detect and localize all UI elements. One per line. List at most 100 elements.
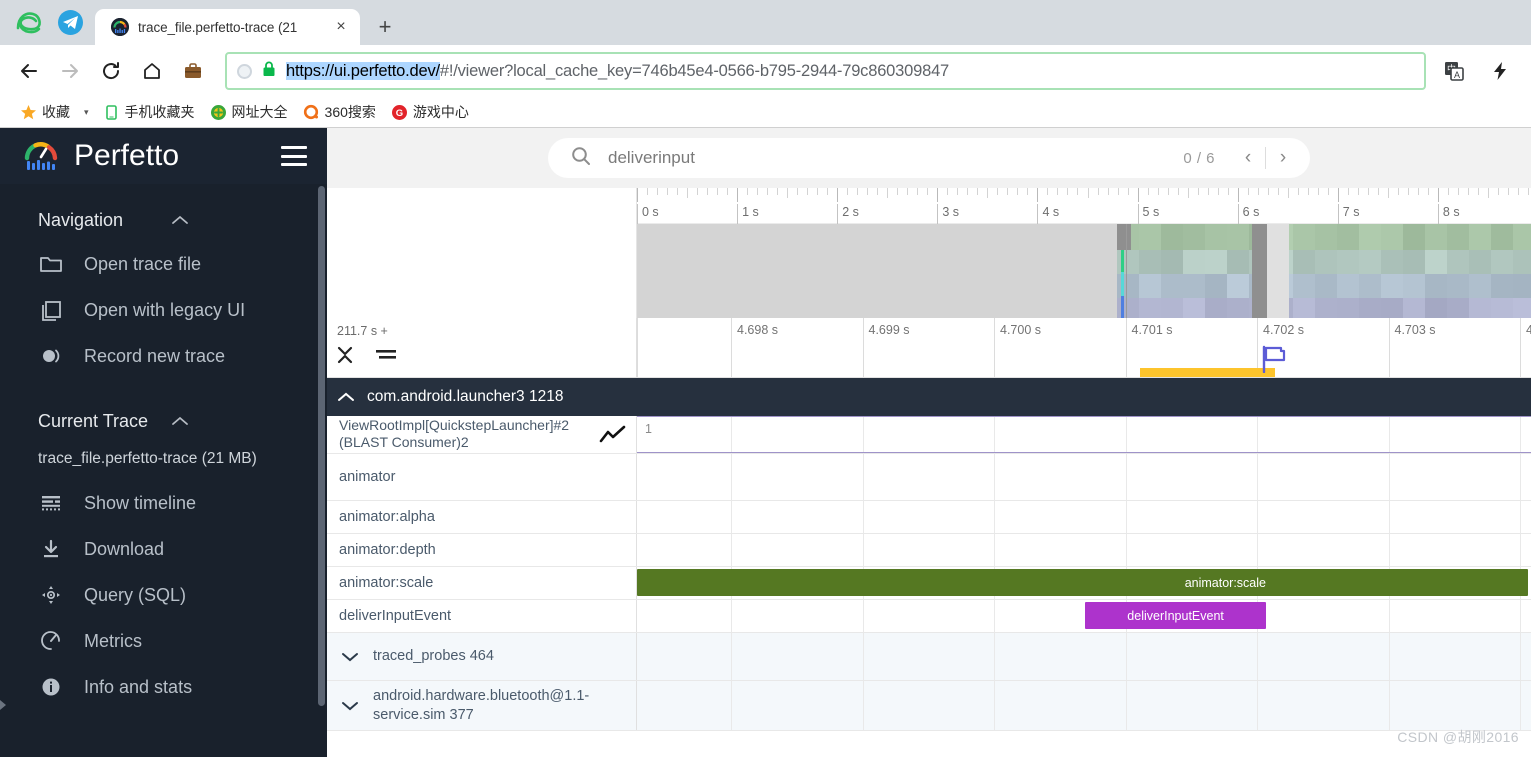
timestamp-canvas[interactable]: 4.698 s 4.699 s 4.700 s 4.701 s 4.702 s 4.703… — [637, 318, 1531, 377]
track-row[interactable]: animator:scale animator:scale — [327, 567, 1531, 600]
search-prev-button[interactable]: ‹ — [1231, 143, 1265, 173]
collapse-all-icon[interactable] — [335, 344, 355, 371]
ruler-tick — [1147, 188, 1149, 195]
track-name-label: traced_probes 464 — [373, 648, 494, 665]
track-name-cell[interactable]: traced_probes 464 — [327, 633, 637, 680]
minimap-cell — [1315, 274, 1337, 298]
lightning-icon[interactable] — [1481, 52, 1519, 90]
chevron-up-icon[interactable] — [171, 213, 304, 229]
ruler-tick — [1137, 188, 1139, 202]
bookmark-favorites[interactable]: 收藏 — [14, 100, 76, 124]
home-icon[interactable] — [133, 52, 171, 90]
phone-icon — [103, 104, 120, 121]
current-trace-filename: trace_file.perfetto-trace (21 MB) — [38, 450, 257, 467]
sidebar-item-info-and-stats[interactable]: Info and stats — [0, 664, 327, 710]
track-name-cell[interactable]: animator:depth — [327, 534, 637, 566]
grid-line — [1520, 633, 1521, 680]
minimap-selection-edge[interactable] — [1252, 224, 1268, 318]
track-row[interactable]: animator — [327, 454, 1531, 501]
track-row[interactable]: deliverInputEvent deliverInputEvent — [327, 600, 1531, 633]
minimap-selection-handle[interactable] — [1117, 224, 1131, 250]
sidebar-section-navigation[interactable]: Navigation — [0, 196, 327, 241]
briefcase-icon[interactable] — [174, 52, 212, 90]
svg-text:A: A — [1454, 70, 1460, 80]
ruler-label: 2 s — [842, 205, 859, 219]
counter-value: 1 — [645, 422, 652, 436]
track-row[interactable]: animator:alpha — [327, 501, 1531, 534]
track-shelf[interactable] — [637, 454, 1531, 500]
ruler-label: 4 s — [1042, 205, 1060, 219]
flag-marker-icon[interactable] — [1261, 345, 1287, 377]
sidebar-item-show-timeline[interactable]: Show timeline — [0, 480, 327, 526]
process-group-header[interactable]: com.android.launcher3 1218 — [327, 378, 1531, 416]
bookmark-games[interactable]: G 游戏中心 — [385, 100, 475, 124]
track-row[interactable]: traced_probes 464 — [327, 633, 1531, 681]
bookmark-360search[interactable]: 360搜索 — [297, 100, 382, 124]
overview-ruler[interactable]: 0 s 1 s 2 s 3 s 4 s 5 s 6 s 7 s 8 s — [637, 188, 1531, 224]
track-slice[interactable]: animator:scale — [637, 569, 1528, 596]
ruler-tick — [1197, 188, 1199, 195]
chart-line-icon[interactable] — [598, 425, 628, 445]
chevron-up-icon[interactable] — [337, 391, 355, 403]
track-row[interactable]: animator:depth — [327, 534, 1531, 567]
timestamp-label: 4.699 s — [868, 323, 910, 337]
chevron-down-icon[interactable] — [339, 651, 361, 663]
track-slice[interactable]: deliverInputEvent — [1085, 602, 1267, 629]
translate-icon[interactable]: 中 A — [1435, 52, 1473, 90]
chevron-down-icon[interactable] — [339, 700, 361, 712]
sidebar-item-download[interactable]: Download — [0, 526, 327, 572]
sidebar-section-current-trace[interactable]: Current Trace — [0, 379, 327, 442]
new-tab-button[interactable]: + — [370, 12, 400, 42]
track-shelf[interactable] — [637, 501, 1531, 533]
overview-minimap[interactable] — [637, 224, 1531, 318]
sidebar-item-query-sql[interactable]: Query (SQL) — [0, 572, 327, 618]
minimap-cell — [1161, 250, 1183, 274]
bookmark-caret-icon[interactable]: ▾ — [79, 107, 94, 118]
timeline-controls — [335, 344, 397, 371]
url-text[interactable]: https://ui.perfetto.dev/#!/viewer?local_… — [286, 61, 949, 81]
browser-tab[interactable]: trace_file.perfetto-trace (21 × — [95, 9, 360, 45]
track-name-cell[interactable]: deliverInputEvent — [327, 600, 637, 632]
track-row[interactable]: android.hardware.bluetooth@1.1-service.s… — [327, 681, 1531, 731]
ruler-label: 5 s — [1142, 205, 1160, 219]
track-name-cell[interactable]: animator — [327, 454, 637, 500]
sidebar-item-open-trace-file[interactable]: Open trace file — [0, 241, 327, 287]
track-name-cell[interactable]: animator:scale — [327, 567, 637, 599]
hamburger-icon[interactable] — [281, 146, 307, 166]
chevron-up-icon[interactable] — [171, 414, 304, 430]
track-shelf[interactable]: deliverInputEvent — [637, 600, 1531, 632]
sidebar-scrollbar[interactable] — [318, 186, 325, 706]
search-next-button[interactable]: › — [1266, 143, 1300, 173]
search-input[interactable]: deliverinput — [608, 148, 1167, 168]
ruler-tick — [637, 188, 638, 202]
track-shelf[interactable]: 1 — [637, 416, 1531, 453]
track-shelf[interactable] — [637, 633, 1531, 680]
search-bar[interactable]: deliverinput 0 / 6 ‹ › — [548, 138, 1310, 178]
bookmark-mobile[interactable]: 手机收藏夹 — [97, 100, 201, 124]
sidebar-item-record-new-trace[interactable]: Record new trace — [0, 333, 327, 379]
reload-icon[interactable] — [92, 52, 130, 90]
track-shelf[interactable]: animator:scale — [637, 567, 1531, 599]
track-name-cell[interactable]: ViewRootImpl[QuickstepLauncher]#2 (BLAST… — [327, 416, 637, 453]
tab-close-icon[interactable]: × — [330, 16, 352, 38]
sidebar-item-metrics[interactable]: Metrics — [0, 618, 327, 664]
list-icon[interactable] — [375, 345, 397, 370]
track-shelf[interactable] — [637, 534, 1531, 566]
page-info-icon[interactable] — [237, 63, 252, 79]
selection-marker-bar[interactable] — [1139, 368, 1275, 377]
overview-canvas[interactable]: 0 s 1 s 2 s 3 s 4 s 5 s 6 s 7 s 8 s — [637, 188, 1531, 318]
back-icon[interactable] — [10, 52, 48, 90]
sidebar-item-label: Download — [84, 538, 165, 559]
track-name-cell[interactable]: animator:alpha — [327, 501, 637, 533]
track-shelf[interactable] — [637, 681, 1531, 730]
grid-line — [731, 681, 732, 730]
sidebar-resize-handle[interactable] — [0, 700, 7, 714]
track-name-cell[interactable]: android.hardware.bluetooth@1.1-service.s… — [327, 681, 637, 730]
svg-text:G: G — [396, 108, 403, 119]
address-bar[interactable]: https://ui.perfetto.dev/#!/viewer?local_… — [225, 52, 1426, 90]
ruler-tick — [727, 188, 729, 195]
minimap-gap[interactable] — [1267, 224, 1289, 318]
track-row[interactable]: ViewRootImpl[QuickstepLauncher]#2 (BLAST… — [327, 416, 1531, 454]
sidebar-item-open-with-legacy-ui[interactable]: Open with legacy UI — [0, 287, 327, 333]
bookmark-hao[interactable]: 网址大全 — [204, 100, 294, 124]
